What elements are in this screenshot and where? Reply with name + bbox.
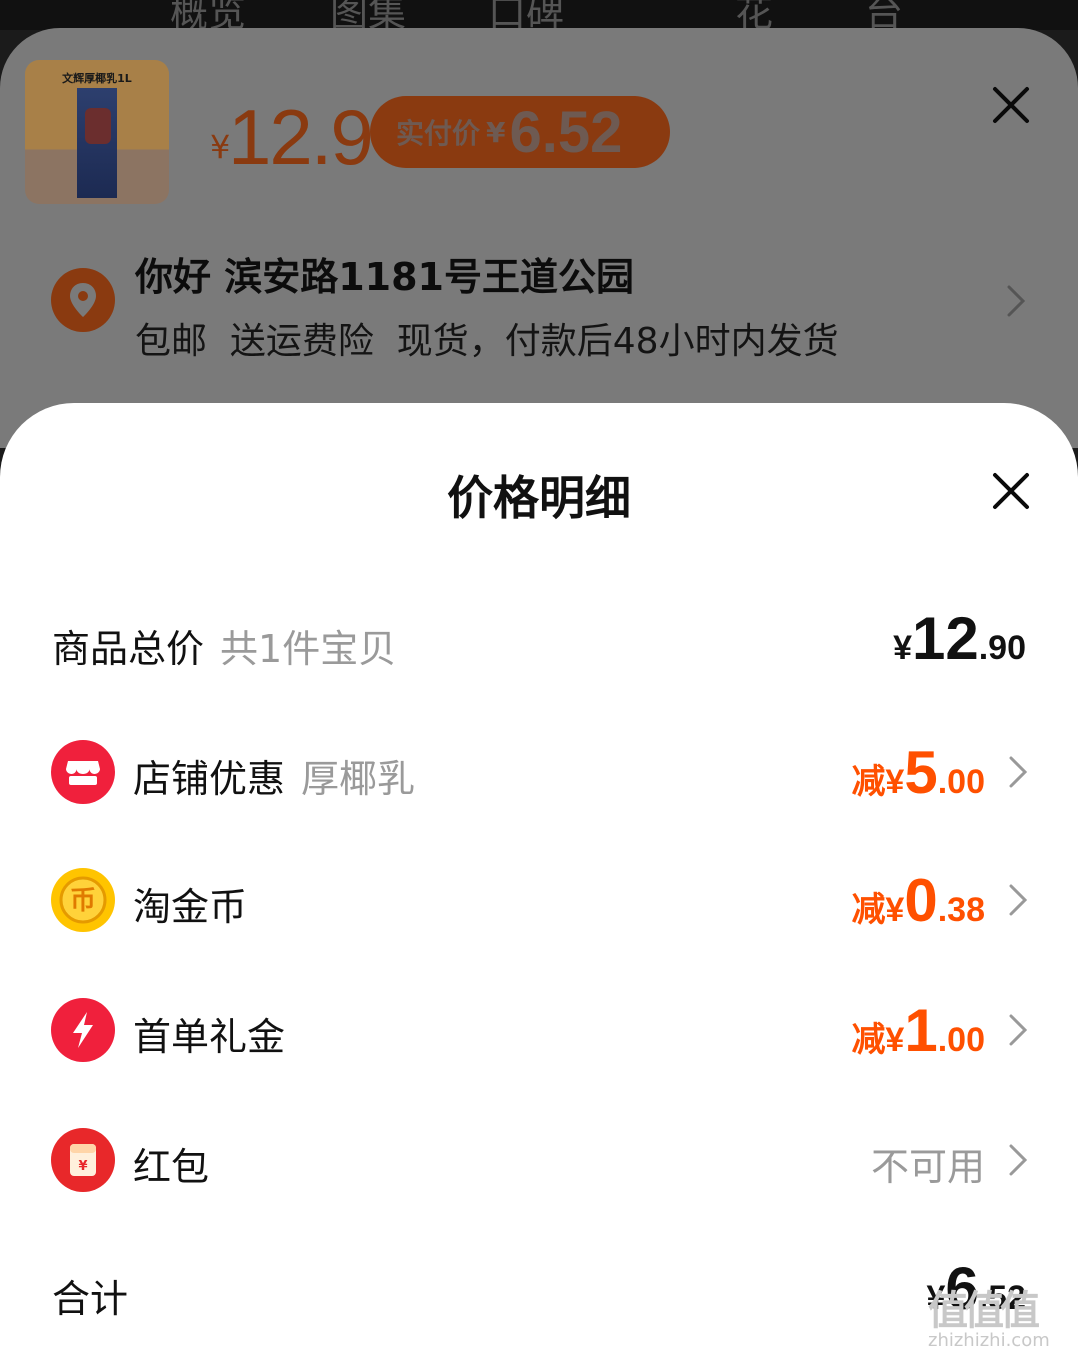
total-goods-label: 商品总价 [52, 627, 205, 671]
top-nav: 概览 图集 口碑 花 台 [0, 0, 1078, 30]
close-icon[interactable] [990, 84, 1032, 126]
tab-reviews[interactable]: 口碑 [488, 0, 564, 30]
location-pin-icon [51, 268, 115, 332]
first-order-row[interactable]: 首单礼金 [133, 1006, 285, 1061]
amount-integer: 0 [904, 867, 938, 934]
shipping-info: 包邮 送运费险 现货，付款后48小时内发货 [135, 321, 839, 362]
delivery-address[interactable]: 你好 滨安路1181号王道公园 [135, 246, 634, 301]
coins-label: 淘金币 [133, 885, 248, 929]
currency-symbol: ¥ [893, 629, 912, 667]
red-packet-row[interactable]: 红包 [133, 1136, 209, 1191]
sheet-title: 价格明细 [447, 471, 631, 525]
first-order-label: 首单礼金 [133, 1015, 286, 1059]
red-packet-label: 红包 [133, 1145, 210, 1189]
thumbnail-text: 文辉厚椰乳1L [62, 72, 132, 85]
shop-discount-amount: 减¥5.00 [851, 738, 985, 807]
first-order-amount: 减¥1.00 [851, 996, 985, 1065]
red-packet-status: 不可用 [870, 1145, 985, 1189]
amount-integer: 12 [911, 605, 979, 672]
product-thumbnail[interactable]: 文辉厚椰乳1L [25, 60, 169, 204]
total-goods-amount: ¥12.90 [893, 604, 1026, 673]
shop-discount-label: 店铺优惠 [133, 757, 286, 801]
product-package-image [77, 88, 117, 198]
chevron-right-icon[interactable] [1007, 1013, 1029, 1047]
chevron-right-icon[interactable] [1007, 883, 1029, 917]
discount-prefix: 减¥ [851, 763, 905, 801]
svg-text:币: 币 [70, 886, 96, 916]
amount-integer: 5 [904, 739, 938, 806]
amount-decimal: .00 [937, 763, 985, 801]
shop-icon [51, 740, 115, 804]
coins-amount: 减¥0.38 [851, 866, 985, 935]
actual-pay-label: 实付价 [396, 117, 481, 150]
sum-row: 合计 [52, 1268, 128, 1323]
amount-integer: 1 [904, 997, 938, 1064]
tab-overview[interactable]: 概览 [170, 0, 246, 30]
watermark-logo: 值值值 [928, 1288, 1040, 1334]
chevron-right-icon[interactable] [1007, 755, 1029, 789]
red-packet-icon: ¥ [51, 1128, 115, 1192]
discount-prefix: 减¥ [851, 891, 905, 929]
shop-discount-name: 厚椰乳 [301, 757, 416, 801]
amount-decimal: .00 [937, 1021, 985, 1059]
coins-row[interactable]: 淘金币 [133, 876, 247, 931]
sum-label: 合计 [52, 1277, 129, 1321]
gold-coin-icon: 币 [51, 868, 115, 932]
svg-text:¥: ¥ [78, 1159, 87, 1174]
close-icon[interactable] [990, 470, 1032, 512]
chevron-right-icon[interactable] [1005, 284, 1027, 318]
actual-pay-value: 6.52 [509, 99, 623, 165]
amount-decimal: .90 [978, 629, 1026, 667]
actual-pay-currency: ¥ [486, 115, 506, 149]
watermark-url: zhizhizhi.com [928, 1330, 1050, 1351]
actual-pay-badge: 实付价 ¥ 6.52 [370, 96, 670, 168]
tab-5[interactable]: 台 [865, 0, 903, 30]
chevron-right-icon[interactable] [1007, 1143, 1029, 1177]
shop-discount-row[interactable]: 店铺优惠 厚椰乳 [133, 748, 415, 803]
total-goods-row: 商品总价 共1件宝贝 [52, 618, 396, 673]
amount-decimal: .38 [937, 891, 985, 929]
tab-4[interactable]: 花 [735, 0, 773, 30]
total-goods-count: 共1件宝贝 [220, 627, 397, 671]
product-price: 12.9 [228, 93, 374, 181]
discount-prefix: 减¥ [851, 1021, 905, 1059]
tab-gallery[interactable]: 图集 [330, 0, 406, 30]
lightning-icon [51, 998, 115, 1062]
